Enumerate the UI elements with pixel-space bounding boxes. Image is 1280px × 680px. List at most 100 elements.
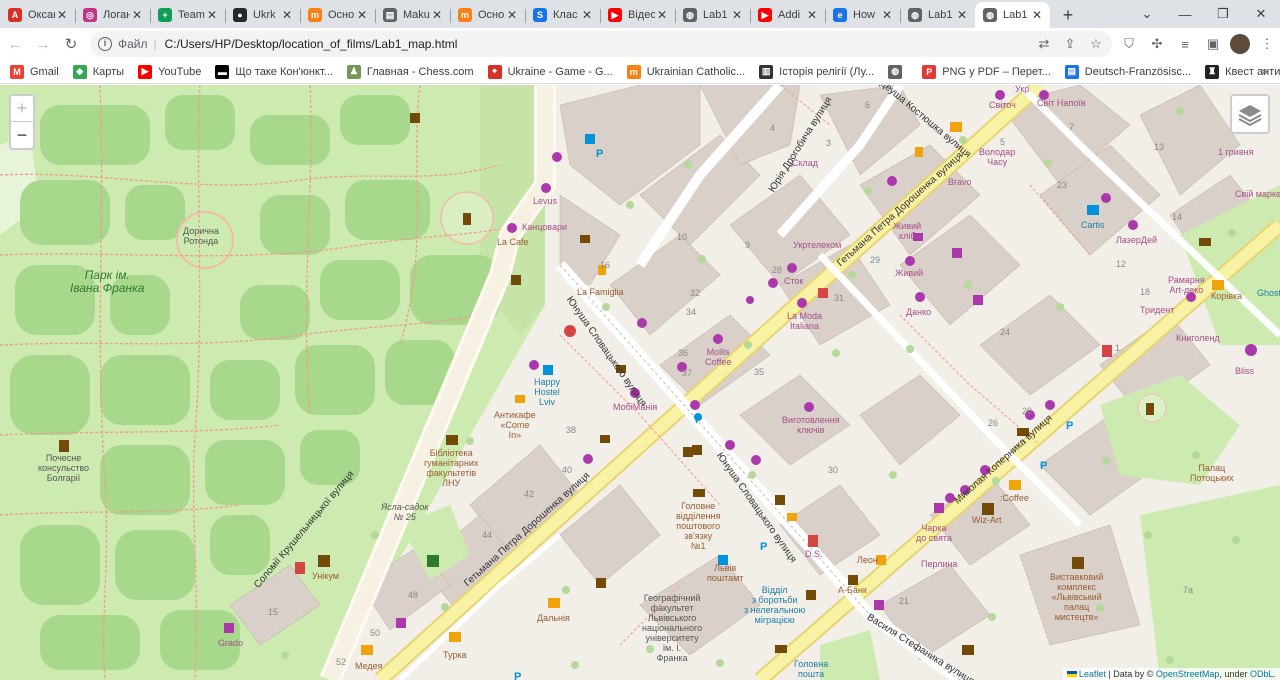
house-number: 28	[772, 265, 783, 275]
close-tab-icon[interactable]: ✕	[880, 8, 894, 22]
close-window-button[interactable]: ✕	[1242, 0, 1280, 28]
close-tab-icon[interactable]: ✕	[280, 8, 294, 22]
leaflet-link[interactable]: Leaflet	[1079, 669, 1106, 679]
close-tab-icon[interactable]: ✕	[1030, 8, 1044, 22]
url-text[interactable]: C:/Users/HP/Desktop/location_of_films/La…	[165, 37, 458, 51]
leon-label: Леон	[857, 555, 878, 565]
bookmark-item[interactable]: M Gmail	[10, 64, 59, 79]
house-number: 35	[754, 367, 765, 377]
browser-tab[interactable]: ◍ Lab1 ✕	[675, 2, 750, 28]
shield-icon[interactable]: ⛉	[1118, 32, 1140, 56]
info-icon[interactable]: i	[98, 37, 112, 51]
knyholend-label: Книголенд	[1176, 333, 1220, 343]
house-number: 50	[370, 628, 381, 638]
browser-tab[interactable]: e How ✕	[825, 2, 900, 28]
browser-tab[interactable]: ▶ Відео ✕	[600, 2, 675, 28]
close-tab-icon[interactable]: ✕	[55, 8, 69, 22]
house-number: 5	[1000, 137, 1006, 147]
bookmark-label: Квест антикорупці...	[1225, 65, 1280, 78]
translate-icon[interactable]: ⇄	[1036, 36, 1052, 52]
media-icon[interactable]: ≡	[1174, 32, 1196, 56]
geo-fak-label: Географічний факультет Львівського націонал…	[642, 593, 703, 663]
browser-tab[interactable]: ● Ukrk ✕	[225, 2, 300, 28]
address-bar[interactable]: i Файл | C:/Users/HP/Desktop/location_of…	[90, 31, 1112, 57]
bookmark-item[interactable]: ♟ Главная - Chess.com	[346, 64, 474, 79]
close-tab-icon[interactable]: ✕	[655, 8, 669, 22]
bookmark-item[interactable]: m Ukrainian Catholic...	[626, 64, 746, 79]
extensions-icon[interactable]: ✣	[1146, 32, 1168, 56]
sidepanel-icon[interactable]: ▣	[1202, 32, 1224, 56]
edge-icon: e	[833, 8, 847, 22]
menu-icon[interactable]: ⋮	[1256, 32, 1278, 56]
bookmark-item[interactable]: ♜ Квест антикорупці...	[1205, 64, 1280, 79]
close-tab-icon[interactable]: ✕	[505, 8, 519, 22]
bookmark-item[interactable]: P PNG у PDF – Перет...	[922, 64, 1051, 79]
close-tab-icon[interactable]: ✕	[580, 8, 594, 22]
close-tab-icon[interactable]: ✕	[205, 8, 219, 22]
back-button[interactable]: ←	[2, 31, 28, 57]
close-tab-icon[interactable]: ✕	[130, 8, 144, 22]
osm-link[interactable]: OpenStreetMap	[1156, 669, 1220, 679]
happy-hostel-label: Happy Hostel Lviv	[534, 377, 561, 407]
house-number: 24	[1000, 327, 1011, 337]
new-tab-button[interactable]: +	[1054, 2, 1082, 28]
tab-title: Ukrk	[253, 9, 276, 21]
browser-tab[interactable]: ◍ Lab1 ✕	[900, 2, 975, 28]
bookmark-item[interactable]: ▬ Що таке Кон'юнкт...	[215, 64, 333, 79]
house-number: 32	[690, 288, 701, 298]
bookmark-label: YouTube	[158, 65, 202, 78]
bookmark-item[interactable]: ▤ Deutsch-Französisc...	[1064, 64, 1191, 79]
odbl-link[interactable]: ODbL.	[1250, 669, 1276, 679]
bookmark-label: Карты	[92, 65, 125, 78]
browser-tab[interactable]: ▶ Addi ✕	[750, 2, 825, 28]
close-tab-icon[interactable]: ✕	[805, 8, 819, 22]
browser-tab[interactable]: A Оксана✕	[0, 2, 75, 28]
maximize-button[interactable]: ❐	[1204, 0, 1242, 28]
house-number: 3	[826, 138, 832, 148]
svg-text:P: P	[1066, 420, 1073, 432]
bookmark-list: M Gmail ◆ Карты ▶ YouTube ▬ Що таке Кон'юнкт...…	[10, 64, 1280, 79]
minimize-button[interactable]: —	[1166, 0, 1204, 28]
close-tab-icon[interactable]: ✕	[955, 8, 969, 22]
tab-title: Maku	[403, 9, 430, 21]
bookmark-label: PNG у PDF – Перет...	[942, 65, 1051, 78]
forward-button[interactable]: →	[30, 31, 56, 57]
browser-tab[interactable]: ◎ Логан ✕	[75, 2, 150, 28]
koryvka-label: Корівка	[1211, 291, 1243, 301]
zoom-in-button[interactable]: +	[11, 96, 33, 122]
browser-tab[interactable]: ▤ Maku ✕	[375, 2, 450, 28]
unikum-label: Унікум	[312, 571, 339, 581]
bookmark-label: Ukrainian Catholic...	[646, 65, 746, 78]
bookmark-item[interactable]: ⌖ Ukraine - Game - G...	[487, 64, 613, 79]
holovna-poshta-label: Головна пошта	[794, 659, 829, 679]
close-tab-icon[interactable]: ✕	[355, 8, 369, 22]
layers-control-button[interactable]	[1230, 94, 1270, 134]
mollis-label: Mollis Coffee	[705, 347, 732, 367]
profile-avatar[interactable]	[1230, 34, 1250, 54]
bookmark-item[interactable]: ▶ YouTube	[138, 64, 202, 79]
browser-tab[interactable]: S Клас ✕	[525, 2, 600, 28]
svit-napoiv-label: Світ Напоїв	[1037, 98, 1086, 108]
browser-tab[interactable]: m Осно ✕	[450, 2, 525, 28]
map-attribution: Leaflet | Data by © OpenStreetMap, under…	[1062, 668, 1280, 680]
browser-tab[interactable]: + Team ✕	[150, 2, 225, 28]
reload-button[interactable]: ↻	[58, 31, 84, 57]
close-tab-icon[interactable]: ✕	[430, 8, 444, 22]
lazerdei-label: ЛазерДей	[1116, 235, 1157, 245]
more-bookmarks-icon[interactable]: »	[1261, 64, 1268, 78]
dalniya-label: Дальнія	[537, 613, 570, 623]
tab-search-icon[interactable]: ⌄	[1128, 0, 1166, 28]
share-icon[interactable]: ⇪	[1062, 36, 1078, 52]
vyhotovlennia-label: Виготовлення ключів	[782, 415, 840, 435]
browser-tab[interactable]: m Осно ✕	[300, 2, 375, 28]
bookmark-item[interactable]: ◍	[888, 64, 908, 79]
zoom-out-button[interactable]: −	[11, 122, 33, 148]
map-container[interactable]: P P P P P P Парк ім. Івана Франка Дорична…	[0, 85, 1280, 680]
bookmark-item[interactable]: ◆ Карты	[72, 64, 125, 79]
bookmark-star-icon[interactable]: ☆	[1088, 36, 1104, 52]
bookmark-item[interactable]: ▥ Історія релігії (Лу...	[759, 64, 874, 79]
attribution-mid: | Data by ©	[1105, 669, 1156, 679]
browser-tab[interactable]: ◍ Lab1 ✕	[975, 2, 1050, 28]
close-tab-icon[interactable]: ✕	[730, 8, 744, 22]
danko-label: Данко	[906, 307, 932, 317]
